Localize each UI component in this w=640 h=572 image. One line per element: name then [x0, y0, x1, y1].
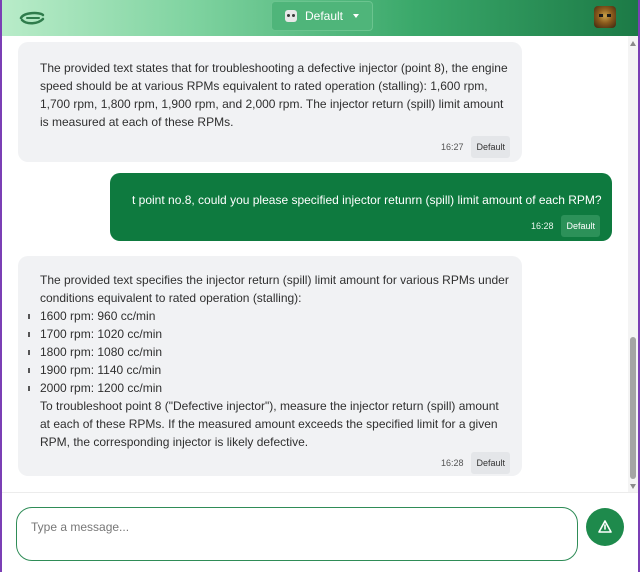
message-meta: 16:28 Default — [531, 215, 600, 237]
send-icon — [598, 520, 612, 533]
message-timestamp: 16:28 — [530, 221, 554, 231]
chat-thread: The provided text states that for troubl… — [2, 36, 628, 492]
message-text: The provided text states that for troubl… — [40, 61, 508, 129]
list-item: 2000 rpm: 1200 cc/min — [28, 379, 510, 397]
chevron-down-icon — [353, 14, 360, 18]
user-message: t point no.8, could you please specified… — [110, 173, 612, 241]
composer-area — [2, 492, 638, 572]
rpm-limit-list: 1600 rpm: 960 cc/min 1700 rpm: 1020 cc/m… — [28, 307, 510, 397]
bot-icon — [284, 10, 297, 22]
list-item: 1900 rpm: 1140 cc/min — [28, 361, 510, 379]
assistant-message: The provided text states that for troubl… — [18, 42, 522, 162]
top-bar: Default — [2, 0, 638, 36]
scroll-down-icon[interactable] — [630, 484, 636, 489]
message-intro: The provided text specifies the injector… — [40, 273, 509, 305]
send-button[interactable] — [586, 508, 624, 546]
model-badge: Default — [471, 452, 510, 474]
message-outro: To troubleshoot point 8 ("Defective inje… — [40, 399, 499, 449]
scroll-up-icon[interactable] — [630, 41, 636, 46]
message-timestamp: 16:28 — [440, 458, 464, 468]
chat-scrollbar[interactable] — [628, 36, 638, 492]
message-timestamp: 16:27 — [440, 142, 464, 152]
app-logo-icon[interactable] — [18, 9, 46, 27]
scrollbar-thumb[interactable] — [630, 337, 636, 479]
message-meta: 16:27 Default — [441, 136, 510, 158]
model-badge: Default — [561, 215, 600, 237]
model-selector-label: Default — [304, 9, 344, 23]
message-text: t point no.8, could you please specified… — [132, 193, 602, 207]
user-avatar[interactable] — [594, 6, 616, 28]
message-body: The provided text specifies the injector… — [28, 271, 510, 451]
assistant-message: The provided text specifies the injector… — [18, 256, 522, 476]
list-item: 1600 rpm: 960 cc/min — [28, 307, 510, 325]
model-selector-button[interactable]: Default — [271, 1, 373, 31]
message-meta: 16:28 Default — [441, 452, 510, 474]
model-badge: Default — [471, 136, 510, 158]
message-input[interactable] — [16, 507, 578, 561]
list-item: 1800 rpm: 1080 cc/min — [28, 343, 510, 361]
list-item: 1700 rpm: 1020 cc/min — [28, 325, 510, 343]
